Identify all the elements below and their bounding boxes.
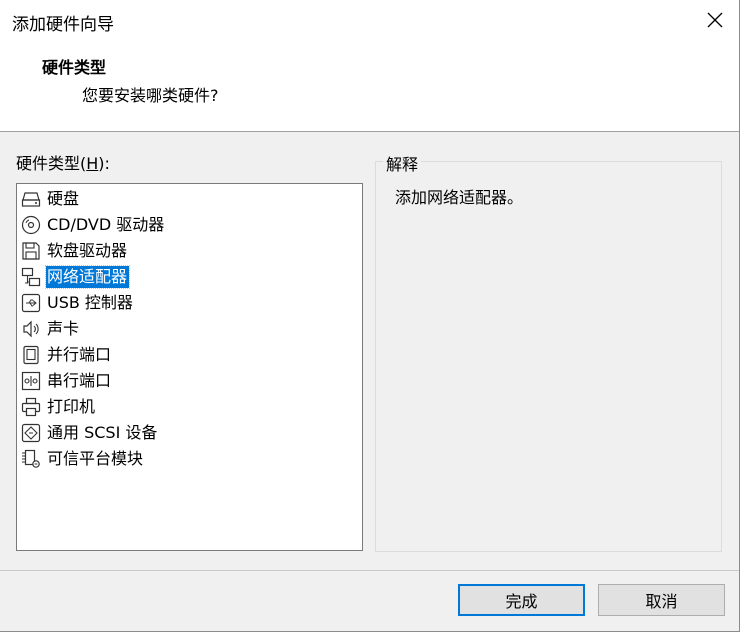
window-title: 添加硬件向导 (12, 15, 114, 35)
list-item-cd-dvd[interactable]: CD/DVD 驱动器 (20, 213, 166, 237)
list-item-serial-port[interactable]: 串行端口 (20, 369, 113, 393)
parallel-port-icon (20, 344, 42, 366)
list-item-sound-card[interactable]: 声卡 (20, 317, 81, 341)
hardware-type-label-mnemonic: H (86, 154, 99, 173)
speaker-icon (20, 318, 42, 340)
close-icon (707, 12, 723, 28)
add-hardware-wizard-dialog: 添加硬件向导 硬件类型 您要安装哪类硬件? 硬件类型(H): 硬盘 CD/DVD… (0, 0, 740, 632)
hardware-type-label-suffix: ): (98, 154, 110, 173)
cancel-button[interactable]: 取消 (598, 584, 725, 616)
list-item-label: 软盘驱动器 (47, 241, 128, 260)
page-title: 硬件类型 (42, 58, 107, 77)
list-item-label: USB 控制器 (47, 293, 133, 312)
list-item-label: CD/DVD 驱动器 (47, 215, 165, 234)
page-subtitle: 您要安装哪类硬件? (82, 86, 219, 105)
list-item-parallel-port[interactable]: 并行端口 (20, 343, 113, 367)
tpm-icon (20, 448, 42, 470)
list-item-label: 并行端口 (47, 345, 112, 364)
list-item-label: 硬盘 (47, 189, 80, 208)
explanation-text: 添加网络适配器。 (395, 188, 524, 207)
explanation-legend: 解释 (383, 151, 422, 175)
floppy-icon (20, 240, 42, 262)
usb-icon (20, 292, 42, 314)
scsi-icon (20, 422, 42, 444)
serial-port-icon (20, 370, 42, 392)
network-adapter-icon (20, 266, 42, 288)
hardware-type-list[interactable]: 硬盘 CD/DVD 驱动器 软盘驱动器 网络适配器 USB 控制器 声卡 并行端… (16, 183, 363, 551)
wizard-header: 硬件类型 您要安装哪类硬件? (0, 40, 739, 132)
list-item-label: 打印机 (47, 397, 96, 416)
list-item-label: 通用 SCSI 设备 (47, 423, 158, 442)
list-item-printer[interactable]: 打印机 (20, 395, 97, 419)
list-item-label: 网络适配器 (44, 265, 131, 289)
hardware-type-label-text: 硬件类型( (16, 154, 87, 173)
close-button[interactable] (691, 0, 739, 40)
list-item-usb-controller[interactable]: USB 控制器 (20, 291, 135, 315)
title-bar: 添加硬件向导 (0, 0, 739, 40)
footer-divider (0, 570, 739, 571)
list-item-hard-disk[interactable]: 硬盘 (20, 187, 81, 211)
list-item-generic-scsi[interactable]: 通用 SCSI 设备 (20, 421, 159, 445)
list-item-floppy[interactable]: 软盘驱动器 (20, 239, 129, 263)
hardware-type-label: 硬件类型(H): (16, 150, 110, 174)
explanation-groupbox (375, 161, 722, 552)
cd-dvd-icon (20, 214, 42, 236)
list-item-label: 串行端口 (47, 371, 112, 390)
printer-icon (20, 396, 42, 418)
finish-button[interactable]: 完成 (458, 584, 585, 616)
list-item-tpm[interactable]: 可信平台模块 (20, 447, 145, 471)
list-item-label: 声卡 (47, 319, 80, 338)
list-item-network-adapter[interactable]: 网络适配器 (20, 265, 131, 289)
list-item-label: 可信平台模块 (47, 449, 144, 468)
hard-disk-icon (20, 188, 42, 210)
